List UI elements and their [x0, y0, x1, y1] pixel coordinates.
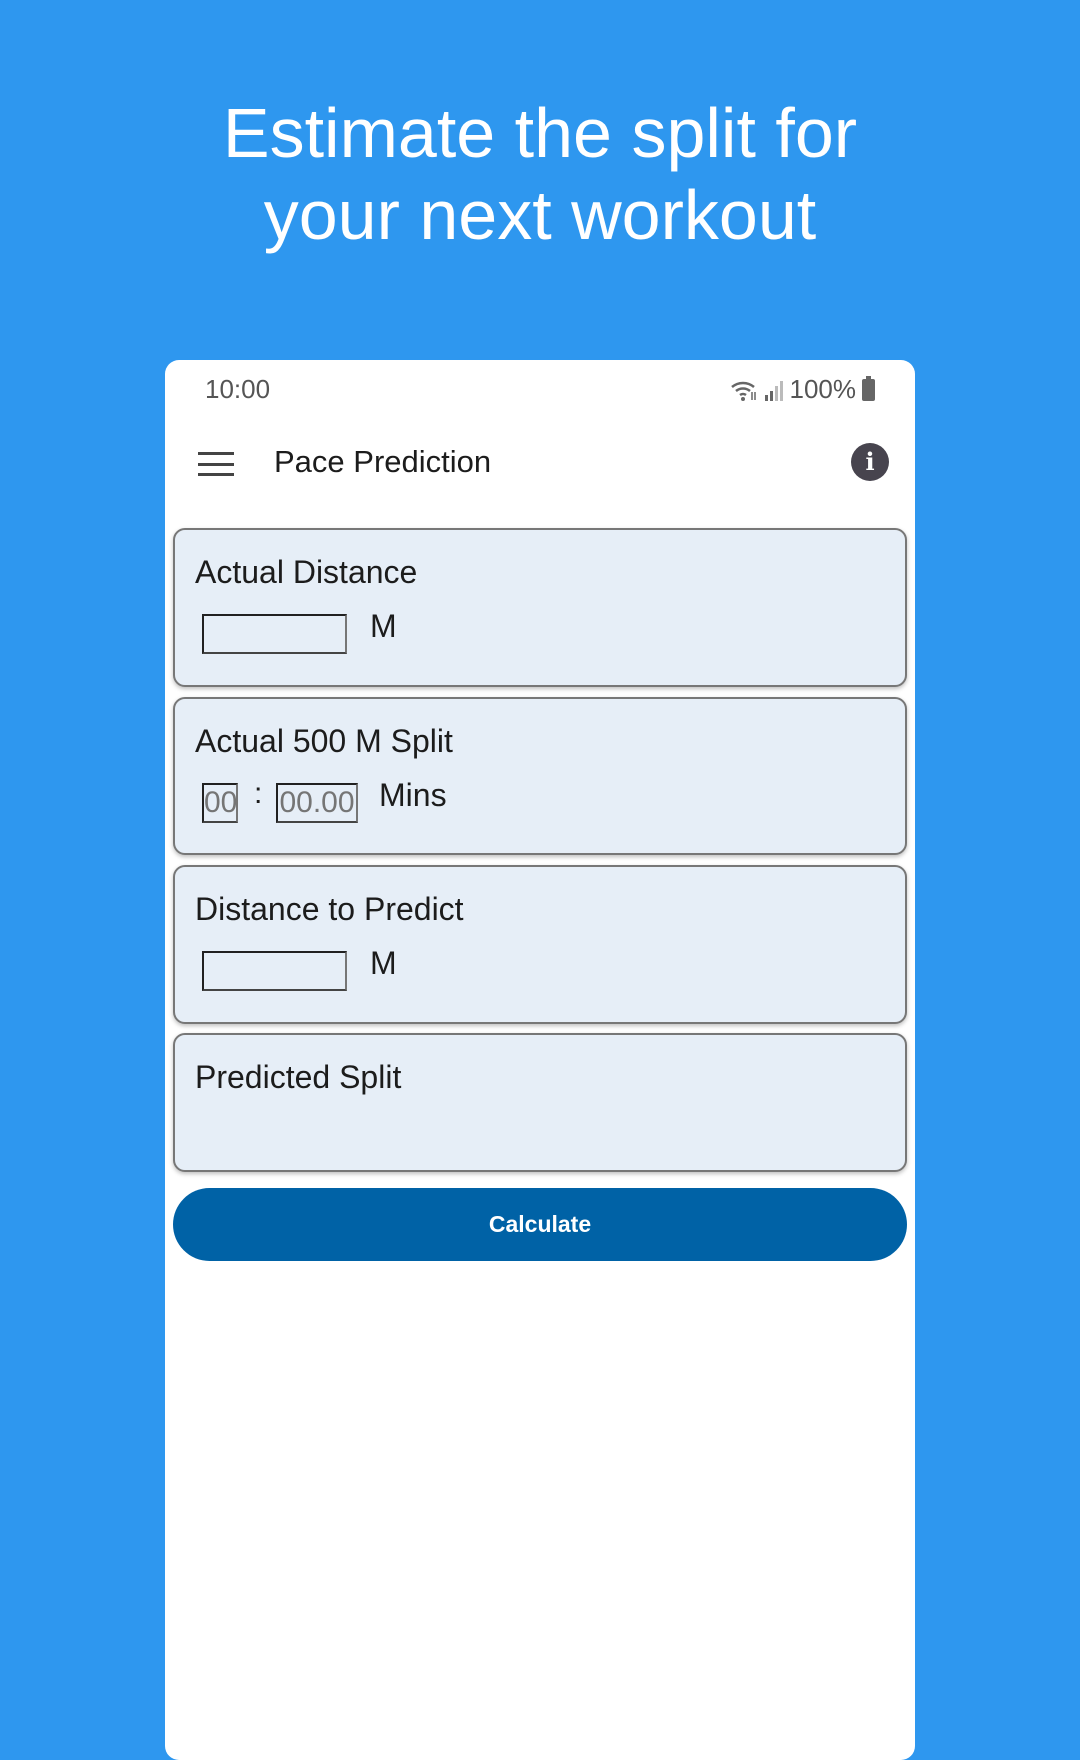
predicted-split-card: Predicted Split: [173, 1033, 907, 1172]
distance-to-predict-input[interactable]: [202, 951, 347, 991]
actual-split-card: Actual 500 M Split : Mins: [173, 697, 907, 855]
distance-to-predict-unit: M: [370, 945, 397, 981]
headline-line-1: Estimate the split for: [222, 94, 858, 172]
split-minutes-input[interactable]: [202, 783, 238, 823]
headline-line-2: your next workout: [263, 176, 817, 254]
calculate-button[interactable]: Calculate: [173, 1188, 907, 1261]
split-separator: :: [254, 777, 263, 810]
hamburger-icon[interactable]: [198, 452, 234, 476]
actual-split-label: Actual 500 M Split: [195, 723, 453, 759]
distance-to-predict-label: Distance to Predict: [195, 891, 464, 927]
app-title: Pace Prediction: [274, 444, 492, 479]
battery-icon: [862, 375, 875, 401]
toolbar: Pace Prediction i: [165, 428, 915, 498]
actual-distance-card: Actual Distance M: [173, 528, 907, 687]
actual-distance-label: Actual Distance: [195, 554, 418, 590]
actual-distance-unit: M: [370, 608, 397, 644]
battery-percent: 100%: [789, 374, 857, 404]
status-bar: 10:00 100%: [165, 368, 915, 414]
info-icon[interactable]: i: [851, 443, 889, 481]
status-time: 10:00: [205, 374, 271, 404]
split-unit: Mins: [379, 777, 447, 813]
actual-distance-input[interactable]: [202, 614, 347, 654]
phone-screen: 10:00 100% Pace Prediction i Actual Dist…: [165, 360, 915, 1760]
split-seconds-input[interactable]: [276, 783, 358, 823]
wifi-icon: [730, 381, 756, 401]
headline: Estimate the split for your next workout: [0, 92, 1080, 256]
distance-to-predict-card: Distance to Predict M: [173, 865, 907, 1024]
signal-icon: [764, 380, 783, 401]
predicted-split-label: Predicted Split: [195, 1059, 402, 1095]
